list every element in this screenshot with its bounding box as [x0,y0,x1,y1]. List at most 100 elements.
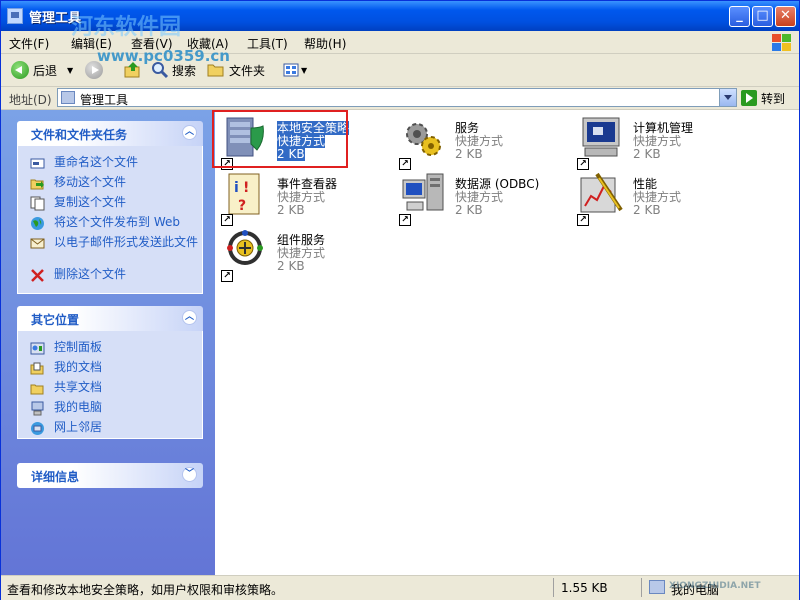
address-input[interactable]: 管理工具 [57,88,737,107]
file-list: ↗ 本地安全策略 快捷方式 2 KB ↗ 服务 快捷方式 2 KB ↗ 计算机管… [215,110,799,575]
place-network[interactable]: 网上邻居 [28,421,202,437]
menu-tools[interactable]: 工具(T) [247,35,288,52]
shortcut-arrow-icon: ↗ [399,158,411,170]
panel-details: 详细信息 ﹀ [17,463,203,488]
minimize-button[interactable]: _ [729,6,750,27]
search-icon [152,62,169,79]
performance-icon [580,172,623,213]
close-button[interactable]: ✕ [775,6,796,27]
views-icon [283,63,299,77]
back-arrow-icon [11,61,29,79]
email-icon [30,238,45,249]
place-my-computer[interactable]: 我的电脑 [28,401,202,417]
panel-details-header[interactable]: 详细信息 ﹀ [17,463,203,488]
task-copy[interactable]: 复制这个文件 [28,196,202,212]
window-title: 管理工具 [29,11,82,26]
control-panel-icon [30,342,45,355]
go-button[interactable]: 转到 [741,89,785,107]
menu-help[interactable]: 帮助(H) [304,35,346,52]
address-bar: 地址(D) 管理工具 转到 [1,87,799,110]
status-zone: 我的电脑 [671,583,720,597]
status-bar: 查看和修改本地安全策略，如用户权限和审核策略。 1.55 KB 我的电脑 [1,575,799,600]
shortcut-arrow-icon: ↗ [577,214,589,226]
services-gears-icon [406,123,441,156]
explorer-window: 管理工具 _ □ ✕ 文件(F) 编辑(E) 查看(V) 收藏(A) 工具(T)… [0,0,800,600]
toolbar: 后退 ▼ 搜索 文件夹 ▼ [1,54,799,87]
svg-text:!: ! [243,180,249,196]
panel-other-places: 其它位置 ︿ 控制面板 我的文档 共享文档 我的电脑 网上邻居 [17,306,203,439]
folder-icon [207,64,224,77]
task-rename[interactable]: 重命名这个文件 [28,156,202,172]
computer-management-icon [582,117,620,157]
place-my-documents[interactable]: 我的文档 [28,361,202,377]
panel-file-tasks: 文件和文件夹任务 ︿ 重命名这个文件 移动这个文件 复制这个文件 将这个文件发布… [17,121,203,294]
file-item-services[interactable]: ↗ 服务 快捷方式 2 KB [399,114,549,170]
file-item-event-viewer[interactable]: i ! ? ↗ 事件查看器 快捷方式 2 KB [221,170,371,226]
address-value: 管理工具 [80,93,129,107]
up-folder-icon [124,62,140,78]
my-computer-icon [31,401,44,416]
highlight-box [212,110,348,168]
copy-icon [30,196,45,211]
forward-arrow-icon [85,61,103,79]
file-item-performance[interactable]: ↗ 性能 快捷方式 2 KB [577,170,727,226]
back-dropdown-icon[interactable]: ▼ [67,66,73,75]
views-dropdown-icon: ▼ [301,65,308,75]
panel-other-places-header[interactable]: 其它位置 ︿ [17,306,203,331]
collapse-icon[interactable]: ︿ [182,125,197,140]
panel-other-places-body: 控制面板 我的文档 共享文档 我的电脑 网上邻居 [17,331,203,439]
menu-edit[interactable]: 编辑(E) [71,35,112,52]
file-item-component-services[interactable]: ↗ 组件服务 快捷方式 2 KB [221,226,371,282]
file-item-computer-management[interactable]: ↗ 计算机管理 快捷方式 2 KB [577,114,727,170]
place-control-panel[interactable]: 控制面板 [28,341,202,357]
folders-button[interactable]: 文件夹 [207,59,265,81]
menu-view[interactable]: 查看(V) [131,35,173,52]
file-item-odbc[interactable]: ↗ 数据源 (ODBC) 快捷方式 2 KB [399,170,549,226]
shortcut-arrow-icon: ↗ [399,214,411,226]
title-bar[interactable]: 管理工具 _ □ ✕ [1,1,799,31]
menu-favorites[interactable]: 收藏(A) [187,35,229,52]
address-label: 地址(D) [9,93,52,107]
globe-icon [31,217,44,230]
search-button[interactable]: 搜索 [151,59,196,81]
task-email[interactable]: 以电子邮件形式发送此文件 [28,236,202,264]
panel-file-tasks-body: 重命名这个文件 移动这个文件 复制这个文件 将这个文件发布到 Web 以电子邮件… [17,146,203,294]
menu-bar: 文件(F) 编辑(E) 查看(V) 收藏(A) 工具(T) 帮助(H) [1,31,799,54]
menu-file[interactable]: 文件(F) [9,35,49,52]
maximize-button[interactable]: □ [752,6,773,27]
windows-logo-icon [771,33,793,51]
up-folder-button[interactable] [123,59,143,81]
delete-icon [31,269,44,282]
svg-text:?: ? [238,198,246,214]
views-button[interactable]: ▼ [283,59,307,81]
status-size: 1.55 KB [561,581,608,595]
admin-tools-icon [61,91,75,104]
forward-button[interactable] [85,59,103,81]
move-icon [30,179,44,190]
panel-file-tasks-header[interactable]: 文件和文件夹任务 ︿ [17,121,203,146]
network-icon [31,422,44,435]
task-move[interactable]: 移动这个文件 [28,176,202,192]
event-viewer-icon: i ! ? [228,173,260,215]
task-publish-web[interactable]: 将这个文件发布到 Web [28,216,202,232]
task-pane: 文件和文件夹任务 ︿ 重命名这个文件 移动这个文件 复制这个文件 将这个文件发布… [1,110,215,575]
svg-text:i: i [234,180,239,196]
task-delete[interactable]: 删除这个文件 [28,268,202,284]
address-dropdown-icon[interactable] [719,89,736,106]
shortcut-arrow-icon: ↗ [221,270,233,282]
collapse-icon[interactable]: ︿ [182,310,197,325]
my-computer-icon [649,580,665,594]
component-services-icon [227,230,263,265]
place-shared-documents[interactable]: 共享文档 [28,381,202,397]
admin-tools-icon [7,8,23,24]
expand-icon[interactable]: ﹀ [182,467,197,482]
go-arrow-icon [741,90,757,106]
back-button[interactable]: 后退 ▼ [11,59,73,81]
shortcut-arrow-icon: ↗ [577,158,589,170]
rename-icon [30,158,45,169]
status-text: 查看和修改本地安全策略，如用户权限和审核策略。 [7,583,284,597]
shared-folder-icon [30,384,44,395]
my-documents-icon [30,362,44,375]
shortcut-arrow-icon: ↗ [221,214,233,226]
odbc-datasource-icon [402,173,444,211]
